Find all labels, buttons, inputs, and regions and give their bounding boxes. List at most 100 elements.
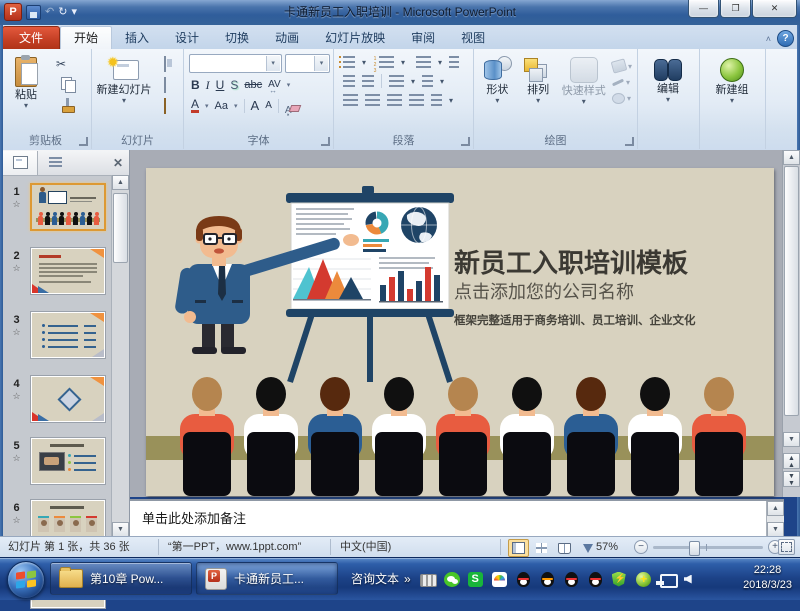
tab-slideshow[interactable]: 幻灯片放映 bbox=[312, 27, 398, 49]
slide-thumbnail[interactable] bbox=[30, 311, 106, 359]
scrollbar-thumb[interactable] bbox=[113, 193, 128, 263]
align-center-icon[interactable] bbox=[365, 94, 380, 106]
tab-view[interactable]: 视图 bbox=[448, 27, 498, 49]
antivirus-shield-icon[interactable] bbox=[612, 572, 629, 587]
slide-thumbnail[interactable] bbox=[30, 437, 106, 485]
wechat-icon[interactable] bbox=[444, 572, 461, 587]
new-group-button[interactable]: 新建组 ▾ bbox=[703, 52, 761, 144]
qq-icon-3[interactable] bbox=[564, 572, 581, 587]
editor-scrollbar[interactable]: ▲ ▼ ▲▲ ▼▼ bbox=[782, 150, 800, 497]
slide-subtitle[interactable]: 点击添加您的公司名称 bbox=[454, 280, 764, 304]
paste-button[interactable]: 粘贴 ▾ bbox=[3, 52, 49, 132]
tab-transitions[interactable]: 切换 bbox=[212, 27, 262, 49]
volume-icon[interactable] bbox=[684, 572, 701, 587]
slide-tagline[interactable]: 框架完整适用于商务培训、员工培训、企业文化 bbox=[454, 312, 764, 328]
italic-button[interactable]: I bbox=[206, 78, 210, 92]
align-text-icon[interactable] bbox=[422, 75, 433, 87]
scroll-up-icon[interactable]: ▲ bbox=[767, 501, 784, 516]
font-dialog-launcher[interactable] bbox=[321, 137, 330, 146]
section-icon[interactable] bbox=[156, 98, 174, 114]
tab-animations[interactable]: 动画 bbox=[262, 27, 312, 49]
qq-icon-4[interactable] bbox=[588, 572, 605, 587]
taskbar-button-powerpoint[interactable]: 卡通新员工... bbox=[196, 562, 338, 595]
reading-view-button[interactable] bbox=[554, 539, 575, 557]
align-left-icon[interactable] bbox=[343, 94, 358, 106]
taskbar-button-folder[interactable]: 第10章 Pow... bbox=[50, 562, 192, 595]
shrink-font-button[interactable]: A bbox=[265, 99, 272, 113]
undo-icon[interactable]: ↶ bbox=[45, 4, 54, 20]
security-ball-icon[interactable] bbox=[636, 572, 653, 587]
editing-button[interactable]: 编辑 ▾ bbox=[641, 52, 695, 144]
clipboard-dialog-launcher[interactable] bbox=[79, 137, 88, 146]
restore-button[interactable]: ❐ bbox=[720, 0, 751, 18]
arrange-button[interactable]: 排列 ▾ bbox=[518, 52, 559, 132]
justify-icon[interactable] bbox=[409, 94, 424, 106]
redo-icon[interactable]: ↻ bbox=[58, 4, 67, 20]
underline-button[interactable]: U bbox=[216, 78, 225, 92]
zoom-slider[interactable] bbox=[653, 546, 763, 549]
slide-thumbnail[interactable] bbox=[30, 247, 106, 295]
slide-canvas[interactable]: 新员工入职培训模板 点击添加您的公司名称 框架完整适用于商务培训、员工培训、企业… bbox=[146, 168, 774, 496]
zoom-out-button[interactable]: − bbox=[634, 540, 648, 554]
language-indicator[interactable]: 中文(中国) bbox=[340, 537, 391, 558]
line-spacing-icon[interactable] bbox=[416, 56, 431, 68]
scroll-up-icon[interactable]: ▲ bbox=[112, 175, 129, 190]
close-panel-icon[interactable]: ✕ bbox=[113, 156, 123, 170]
tab-home[interactable]: 开始 bbox=[60, 26, 112, 49]
numbering-icon[interactable] bbox=[379, 56, 394, 68]
font-name-select[interactable]: ▾ bbox=[189, 54, 282, 73]
layout-icon[interactable] bbox=[156, 56, 174, 72]
character-spacing-button[interactable]: AV bbox=[268, 78, 281, 92]
qq-icon-2[interactable] bbox=[540, 572, 557, 587]
customize-qat-icon[interactable]: ▾ bbox=[71, 4, 77, 20]
scroll-down-icon[interactable]: ▼ bbox=[783, 432, 800, 447]
paragraph-dialog-launcher[interactable] bbox=[461, 137, 470, 146]
notes-scrollbar[interactable]: ▲ ▼ bbox=[766, 501, 784, 537]
scrollbar-thumb[interactable] bbox=[784, 166, 799, 416]
tab-outline[interactable] bbox=[38, 151, 72, 175]
qq-icon-1[interactable] bbox=[516, 572, 533, 587]
scroll-down-icon[interactable]: ▼ bbox=[112, 522, 129, 537]
tray-expand-icon[interactable]: » bbox=[404, 572, 411, 586]
font-color-button[interactable]: A bbox=[191, 99, 199, 113]
input-skin-icon[interactable] bbox=[492, 572, 509, 587]
notes-pane[interactable]: 单击此处添加备注 ▲ ▼ bbox=[130, 499, 784, 537]
copy-icon[interactable] bbox=[52, 77, 70, 93]
columns-icon[interactable] bbox=[389, 75, 404, 87]
close-button[interactable]: ✕ bbox=[752, 0, 797, 18]
text-shadow-button[interactable]: S bbox=[230, 78, 238, 92]
shapes-button[interactable]: 形状 ▾ bbox=[477, 52, 518, 132]
new-slide-button[interactable]: ✹ 新建幻灯片 ▾ bbox=[95, 52, 153, 132]
text-direction-icon[interactable] bbox=[449, 56, 459, 68]
align-right-icon[interactable] bbox=[387, 94, 402, 106]
tab-design[interactable]: 设计 bbox=[162, 27, 212, 49]
slide-title[interactable]: 新员工入职培训模板 bbox=[454, 248, 764, 278]
powerpoint-app-icon[interactable]: P bbox=[4, 3, 22, 21]
save-icon[interactable] bbox=[26, 5, 41, 20]
increase-indent-icon[interactable] bbox=[362, 75, 374, 87]
cut-icon[interactable]: ✂ bbox=[52, 56, 70, 72]
taskbar-clock[interactable]: 22:28 2018/3/23 bbox=[743, 563, 792, 593]
slides-panel-scrollbar[interactable]: ▲ ▼ bbox=[111, 175, 129, 537]
sogou-icon[interactable]: S bbox=[468, 572, 485, 587]
slideshow-button[interactable] bbox=[577, 539, 598, 557]
network-icon[interactable] bbox=[660, 572, 677, 587]
tab-insert[interactable]: 插入 bbox=[112, 27, 162, 49]
help-icon[interactable]: ? bbox=[777, 30, 794, 47]
slide-thumbnail[interactable] bbox=[30, 375, 106, 423]
scroll-down-icon[interactable]: ▼ bbox=[767, 522, 784, 537]
drawing-dialog-launcher[interactable] bbox=[625, 137, 634, 146]
scroll-up-icon[interactable]: ▲ bbox=[783, 150, 800, 165]
smartart-convert-icon[interactable] bbox=[431, 94, 442, 106]
clear-formatting-icon[interactable] bbox=[285, 100, 300, 113]
grow-font-button[interactable]: A bbox=[251, 99, 260, 113]
minimize-button[interactable]: — bbox=[688, 0, 719, 18]
start-button[interactable] bbox=[7, 561, 45, 599]
zoom-slider-thumb[interactable] bbox=[689, 541, 700, 556]
tab-file[interactable]: 文件 bbox=[2, 26, 60, 49]
bullets-icon[interactable] bbox=[343, 56, 355, 68]
previous-slide-icon[interactable]: ▲▲ bbox=[783, 453, 800, 469]
tab-slides-thumbnails[interactable] bbox=[3, 151, 38, 175]
zoom-percentage[interactable]: 57% bbox=[596, 537, 618, 557]
slide-sorter-button[interactable] bbox=[531, 539, 552, 557]
